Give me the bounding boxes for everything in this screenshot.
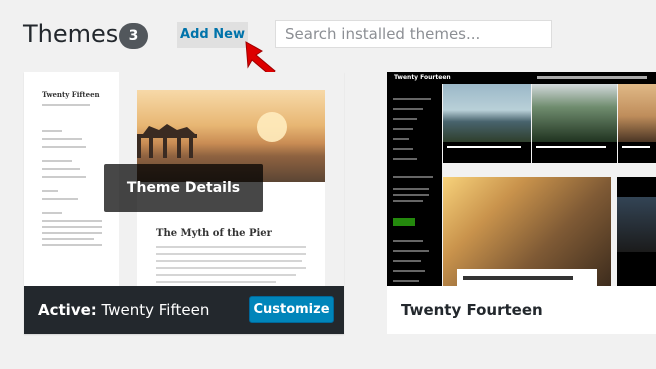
preview-line [42, 168, 80, 170]
preview-nav-link [393, 158, 417, 160]
preview-line [42, 160, 72, 162]
pier-silhouette-icon [137, 124, 197, 158]
theme-card-twenty-fifteen[interactable]: Twenty Fifteen The Myth of the Pier Them… [24, 72, 344, 334]
preview-nav-link [393, 280, 419, 282]
preview-site-title: Twenty Fifteen [42, 90, 100, 99]
theme-card-twenty-fourteen[interactable]: Twenty Fourteen Twenty Fourteen [387, 72, 656, 334]
preview-line [42, 226, 102, 228]
preview-line [42, 138, 82, 140]
preview-caption-text [536, 146, 606, 148]
preview-nav-link [393, 188, 429, 190]
theme-details-overlay[interactable]: Theme Details [104, 164, 263, 212]
preview-nav-link [393, 260, 421, 262]
preview-topbar: Twenty Fourteen [387, 72, 656, 84]
preview-nav-link [393, 98, 431, 100]
preview-hero-caption-text [463, 276, 573, 280]
preview-caption [618, 142, 656, 163]
theme-screenshot[interactable]: Twenty Fifteen The Myth of the Pier Them… [24, 72, 344, 286]
theme-screenshot[interactable]: Twenty Fourteen [387, 72, 656, 286]
preview-site-title: Twenty Fourteen [394, 74, 451, 81]
preview-nav-link [393, 250, 429, 252]
preview-nav-link [393, 118, 417, 120]
preview-nav-link [393, 240, 423, 242]
sun-shape [257, 112, 287, 142]
theme-name: Twenty Fourteen [401, 301, 543, 319]
theme-bar-active: Active: Twenty Fifteen Customize [24, 286, 344, 334]
preview-caption-text [447, 146, 521, 148]
preview-nav-link [393, 270, 425, 272]
preview-text-line [156, 246, 306, 248]
preview-featured-image [532, 84, 617, 142]
preview-nav-link [393, 138, 409, 140]
preview-page: Twenty Fourteen [387, 72, 656, 286]
preview-line [42, 212, 62, 214]
search-input[interactable] [275, 20, 552, 48]
active-label: Active: [38, 301, 97, 319]
preview-text-line [156, 281, 276, 283]
preview-right-sidebar [617, 177, 656, 286]
preview-line [42, 146, 86, 148]
preview-sidebar [387, 84, 442, 286]
preview-featured-image [443, 84, 531, 142]
preview-nav-link [393, 194, 429, 196]
preview-text-line [156, 267, 306, 269]
theme-count-badge: 3 [119, 23, 148, 49]
preview-text-line [156, 253, 306, 255]
page-title: Themes [23, 20, 119, 48]
theme-bar: Twenty Fourteen [387, 286, 656, 334]
preview-nav-link [393, 128, 413, 130]
preview-nav-link [393, 108, 423, 110]
preview-featured-image [618, 84, 656, 142]
preview-post-title: The Myth of the Pier [156, 228, 272, 239]
preview-line [42, 198, 78, 200]
preview-text-line [156, 274, 296, 276]
preview-line [42, 190, 58, 192]
preview-caption [532, 142, 617, 163]
preview-line [42, 176, 86, 178]
preview-widget-image [617, 197, 656, 252]
preview-line [42, 238, 94, 240]
theme-name: Active: Twenty Fifteen [38, 301, 209, 319]
preview-line [42, 244, 102, 246]
preview-hero-image [443, 177, 611, 286]
preview-green-button [393, 218, 415, 226]
preview-text-line [156, 260, 302, 262]
preview-nav-link [393, 148, 413, 150]
preview-nav-link [393, 176, 433, 178]
customize-button[interactable]: Customize [249, 296, 334, 323]
preview-nav [537, 76, 647, 79]
preview-caption-text [622, 146, 650, 148]
preview-line [42, 130, 62, 132]
preview-nav-link [393, 200, 423, 202]
theme-name-text: Twenty Fifteen [101, 301, 210, 319]
preview-line [42, 232, 102, 234]
preview-line [42, 220, 102, 222]
preview-line [42, 104, 90, 106]
preview-caption [443, 142, 531, 163]
add-new-button[interactable]: Add New [177, 22, 248, 48]
